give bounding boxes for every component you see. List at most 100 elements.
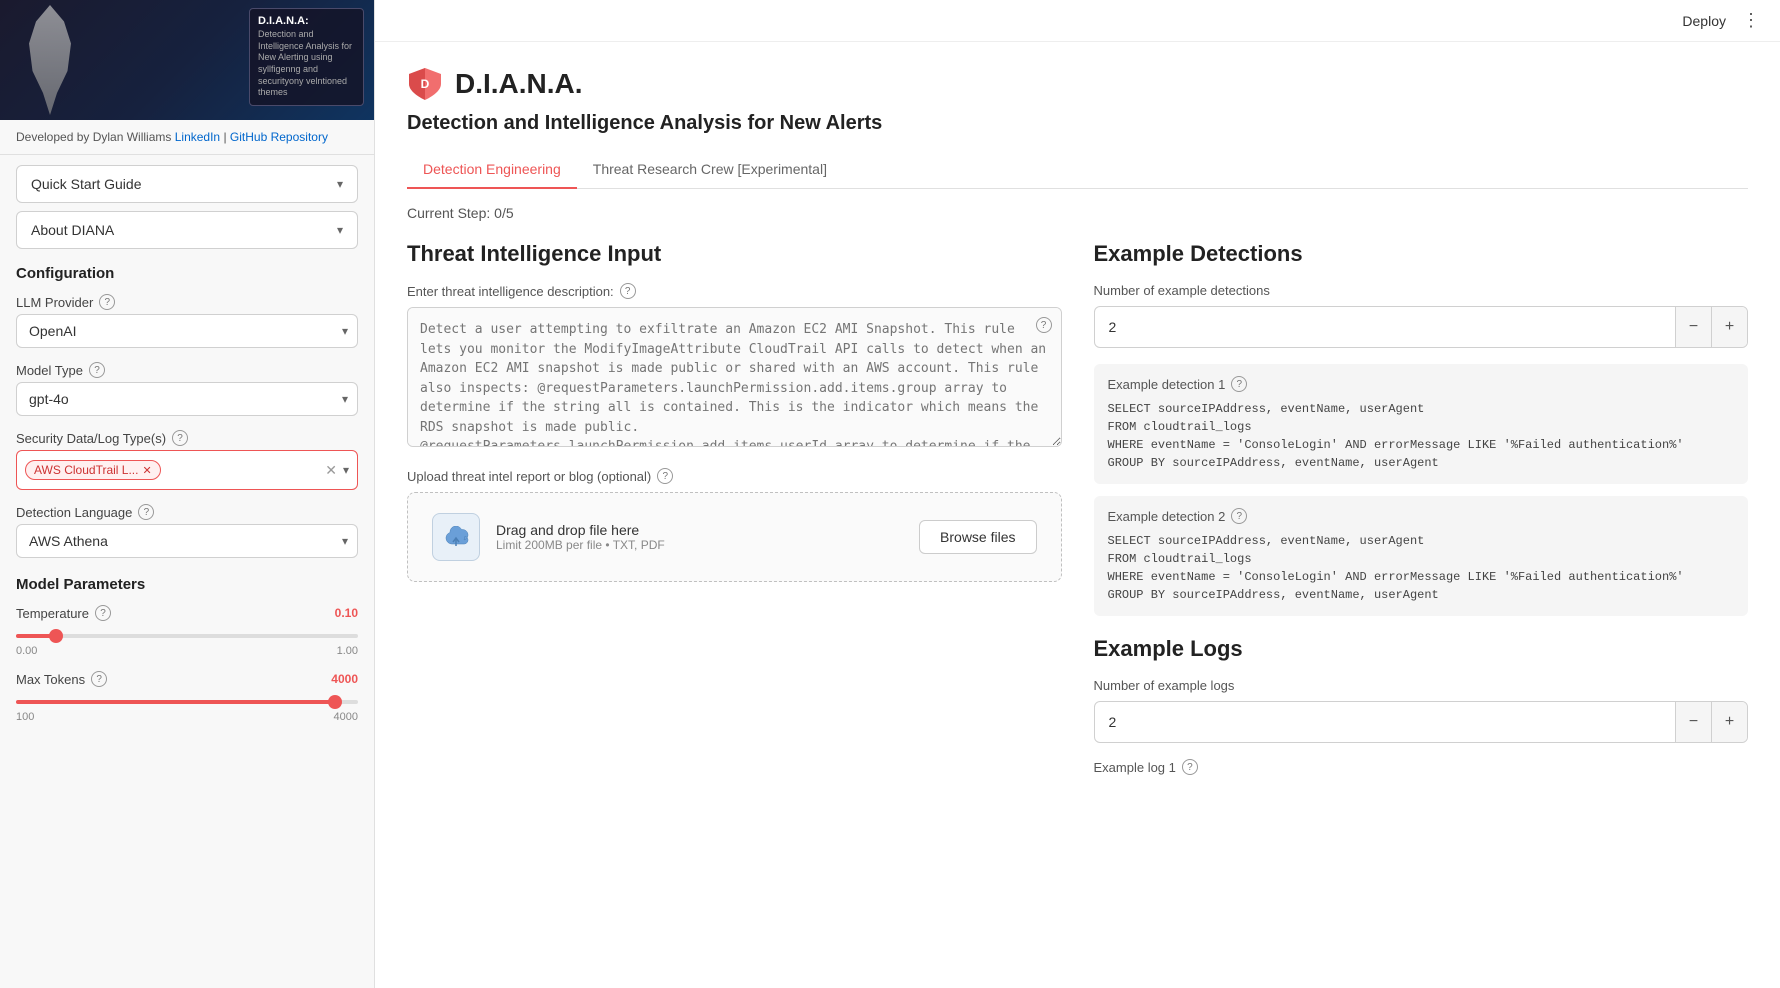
detection-language-select-wrap: AWS Athena Splunk SPL KQL Sigma (16, 524, 358, 558)
model-parameters-section: Model Parameters Temperature ? 0.10 0.00… (0, 576, 374, 737)
tag-clear-icon[interactable]: ✕ (325, 462, 337, 479)
about-diana-dropdown[interactable]: About DIANA ▾ (16, 211, 358, 249)
github-link[interactable]: GitHub Repository (230, 130, 328, 144)
upload-section: Upload threat intel report or blog (opti… (407, 468, 1062, 582)
main-tabs: Detection Engineering Threat Research Cr… (407, 151, 1748, 189)
browse-files-button[interactable]: Browse files (919, 520, 1036, 554)
configuration-section: Configuration LLM Provider ? OpenAI Anth… (0, 249, 374, 572)
llm-provider-select[interactable]: OpenAI Anthropic Google Local (16, 314, 358, 348)
tag-remove-icon[interactable]: ✕ (142, 464, 151, 477)
detection-language-help-icon[interactable]: ? (138, 504, 154, 520)
tab-threat-research[interactable]: Threat Research Crew [Experimental] (577, 151, 843, 189)
num-detections-input: 2 − + (1094, 306, 1749, 348)
app-title: D.I.A.N.A. (455, 68, 583, 100)
temperature-label: Temperature (16, 606, 89, 621)
model-type-help-icon[interactable]: ? (89, 362, 105, 378)
example-detection-2-code: SELECT sourceIPAddress, eventName, userA… (1108, 532, 1735, 604)
example-logs-section: Example Logs Number of example logs 2 − … (1094, 636, 1749, 775)
menu-dots-icon[interactable]: ⋮ (1742, 10, 1760, 31)
example-detection-2-title: Example detection 2 (1108, 509, 1226, 524)
example-logs-title: Example Logs (1094, 636, 1749, 662)
temperature-param: Temperature ? 0.10 0.00 1.00 (16, 605, 358, 657)
threat-field-help-icon[interactable]: ? (620, 283, 636, 299)
threat-textarea-wrap: ? (407, 307, 1062, 452)
max-tokens-value: 4000 (331, 672, 358, 686)
model-type-select[interactable]: gpt-4o gpt-4 gpt-3.5-turbo (16, 382, 358, 416)
temperature-help-icon[interactable]: ? (95, 605, 111, 621)
quick-start-dropdown[interactable]: Quick Start Guide ▾ (16, 165, 358, 203)
upload-cloud-icon (432, 513, 480, 561)
num-detections-value: 2 (1095, 309, 1676, 345)
app-subtitle: Detection and Intelligence Analysis for … (407, 112, 1748, 135)
example-detection-1-block: Example detection 1 ? SELECT sourceIPAdd… (1094, 364, 1749, 484)
num-detections-increment[interactable]: + (1711, 307, 1747, 347)
two-col-layout: Threat Intelligence Input Enter threat i… (407, 241, 1748, 783)
detection-language-select[interactable]: AWS Athena Splunk SPL KQL Sigma (16, 524, 358, 558)
num-logs-label: Number of example logs (1094, 678, 1749, 693)
hero-figure (10, 0, 90, 120)
security-data-label: Security Data/Log Type(s) ? (16, 430, 358, 446)
upload-label-text: Upload threat intel report or blog (opti… (407, 469, 651, 484)
security-data-tag-input[interactable]: AWS CloudTrail L... ✕ ✕ ▾ (16, 450, 358, 490)
max-tokens-slider-wrap: 100 4000 (16, 691, 358, 723)
max-tokens-help-icon[interactable]: ? (91, 671, 107, 687)
llm-provider-label-text: LLM Provider (16, 295, 93, 310)
example-detection-1-title: Example detection 1 (1108, 377, 1226, 392)
threat-input-column: Threat Intelligence Input Enter threat i… (407, 241, 1062, 783)
tokens-min: 100 (16, 711, 34, 723)
quick-start-chevron-icon: ▾ (337, 177, 343, 191)
top-bar: Deploy ⋮ (375, 0, 1780, 42)
threat-intelligence-textarea[interactable] (407, 307, 1062, 447)
upload-help-icon[interactable]: ? (657, 468, 673, 484)
linkedin-link[interactable]: LinkedIn (175, 130, 220, 144)
config-title: Configuration (16, 265, 358, 282)
model-type-label: Model Type ? (16, 362, 358, 378)
about-diana-chevron-icon: ▾ (337, 223, 343, 237)
tokens-max: 4000 (334, 711, 358, 723)
example-log1-title-text: Example log 1 (1094, 760, 1176, 775)
example-log1-help-icon[interactable]: ? (1182, 759, 1198, 775)
num-logs-input: 2 − + (1094, 701, 1749, 743)
max-tokens-param: Max Tokens ? 4000 100 4000 (16, 671, 358, 723)
tag-dropdown-chevron-icon[interactable]: ▾ (343, 463, 349, 477)
num-logs-value: 2 (1095, 704, 1676, 740)
tab-detection-engineering[interactable]: Detection Engineering (407, 151, 577, 189)
max-tokens-slider[interactable] (16, 700, 358, 704)
threat-field-desc: Enter threat intelligence description: ? (407, 283, 1062, 299)
example-detections-title: Example Detections (1094, 241, 1749, 267)
num-logs-increment[interactable]: + (1711, 702, 1747, 742)
sidebar-hero: D.I.A.N.A: Detection and Intelligence An… (0, 0, 374, 120)
upload-dropzone[interactable]: Drag and drop file here Limit 200MB per … (407, 492, 1062, 582)
aws-cloudtrail-tag: AWS CloudTrail L... ✕ (25, 460, 161, 480)
upload-sub-text: Limit 200MB per file • TXT, PDF (496, 538, 903, 552)
credit-text: Developed by Dylan Williams (16, 130, 171, 144)
app-header: D D.I.A.N.A. (407, 66, 1748, 102)
llm-provider-help-icon[interactable]: ? (99, 294, 115, 310)
temp-max: 1.00 (337, 645, 358, 657)
textarea-help-icon[interactable]: ? (1036, 317, 1052, 333)
hero-card-title: D.I.A.N.A: (258, 15, 355, 27)
detection-language-label-text: Detection Language (16, 505, 132, 520)
temperature-slider-wrap: 0.00 1.00 (16, 625, 358, 657)
llm-provider-label: LLM Provider ? (16, 294, 358, 310)
model-type-label-text: Model Type (16, 363, 83, 378)
deploy-button[interactable]: Deploy (1682, 13, 1726, 29)
app-icon: D (407, 66, 443, 102)
upload-text-block: Drag and drop file here Limit 200MB per … (496, 522, 903, 552)
num-logs-decrement[interactable]: − (1675, 702, 1711, 742)
right-column: Example Detections Number of example det… (1094, 241, 1749, 783)
security-data-help-icon[interactable]: ? (172, 430, 188, 446)
example-detection-1-code: SELECT sourceIPAddress, eventName, userA… (1108, 400, 1735, 472)
num-detections-decrement[interactable]: − (1675, 307, 1711, 347)
example-detection-2-help-icon[interactable]: ? (1231, 508, 1247, 524)
num-detections-label-text: Number of example detections (1094, 283, 1270, 298)
temperature-value: 0.10 (335, 606, 358, 620)
threat-section-title: Threat Intelligence Input (407, 241, 1062, 267)
example-detection-1-help-icon[interactable]: ? (1231, 376, 1247, 392)
max-tokens-label: Max Tokens (16, 672, 85, 687)
sidebar: D.I.A.N.A: Detection and Intelligence An… (0, 0, 375, 988)
example-detection-2-block: Example detection 2 ? SELECT sourceIPAdd… (1094, 496, 1749, 616)
current-step: Current Step: 0/5 (407, 205, 1748, 221)
temperature-slider[interactable] (16, 634, 358, 638)
sidebar-credit: Developed by Dylan Williams LinkedIn | G… (0, 120, 374, 155)
